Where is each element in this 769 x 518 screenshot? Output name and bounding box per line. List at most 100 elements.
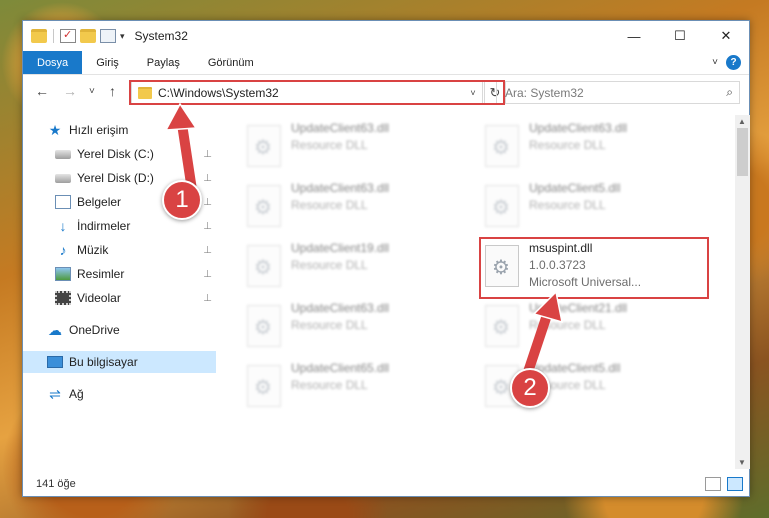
expand-ribbon-icon[interactable]: ˅: [712, 57, 718, 68]
sidebar-item-quick-access[interactable]: ★ Hızlı erişim: [23, 119, 216, 141]
window-title: System32: [134, 29, 188, 43]
address-dropdown-button[interactable]: ˅: [464, 88, 482, 98]
file-explorer-window: ▾ System32 — ☐ ✕ Dosya Giriş Paylaş Görü…: [22, 20, 750, 497]
dll-file-icon: ⚙: [485, 185, 519, 227]
file-tile[interactable]: ⚙ UpdateClient5.dll Resource DLL: [485, 179, 715, 235]
address-bar[interactable]: C:\Windows\System32 ˅: [131, 81, 483, 104]
file-name: UpdateClient19.dll: [291, 241, 390, 255]
file-tile[interactable]: ⚙ UpdateClient65.dll Resource DLL: [247, 359, 477, 415]
tab-home[interactable]: Giriş: [82, 51, 133, 74]
sidebar-item-label: İndirmeler: [77, 219, 131, 233]
sidebar-item-local-disk-c[interactable]: Yerel Disk (C:) ⊥: [23, 143, 216, 165]
minimize-button[interactable]: —: [611, 21, 657, 51]
videos-icon: [55, 291, 71, 305]
vertical-scrollbar[interactable]: ▲ ▼: [735, 115, 750, 469]
dll-file-icon: ⚙: [247, 185, 281, 227]
file-description: Resource DLL: [291, 198, 368, 212]
sidebar-item-label: Hızlı erişim: [69, 123, 129, 137]
sidebar-item-label: Ağ: [69, 387, 84, 401]
back-button[interactable]: ←: [35, 83, 49, 99]
file-tile-msuspint[interactable]: ⚙ msuspint.dll 1.0.0.3723 Microsoft Univ…: [479, 237, 715, 299]
cloud-icon: ☁: [48, 322, 62, 338]
file-name: UpdateClient63.dll: [291, 301, 390, 315]
music-icon: ♪: [59, 242, 67, 258]
new-folder-icon[interactable]: [80, 29, 96, 43]
file-tile[interactable]: ⚙ UpdateClient19.dll Resource DLL: [247, 239, 477, 295]
search-placeholder: Ara: System32: [505, 85, 584, 100]
downloads-icon: ↓: [59, 218, 67, 234]
recent-locations-button[interactable]: ˅: [89, 86, 95, 97]
dll-file-icon: ⚙: [247, 125, 281, 167]
file-tile[interactable]: ⚙ UpdateClient63.dll Resource DLL: [485, 119, 715, 175]
file-version: 1.0.0.3723: [529, 258, 586, 272]
quick-access-toolbar: ▾: [23, 28, 125, 43]
sidebar-item-label: OneDrive: [69, 323, 120, 337]
navigation-bar: ← → ˅ ↑ C:\Windows\System32 ˅ ↻ Ara: Sys…: [23, 79, 749, 107]
search-input[interactable]: Ara: System32 ⌕: [496, 81, 740, 104]
file-name: UpdateClient21.dll: [529, 301, 628, 315]
sidebar-item-onedrive[interactable]: ☁ OneDrive: [23, 319, 216, 341]
disk-icon: [55, 173, 71, 183]
pin-icon[interactable]: ⊥: [203, 149, 212, 160]
network-icon: ⇌: [49, 386, 61, 402]
sidebar-item-label: Yerel Disk (C:): [77, 147, 154, 161]
tab-view[interactable]: Görünüm: [194, 51, 268, 74]
up-button[interactable]: ↑: [109, 83, 116, 99]
sidebar-item-label: Resimler: [77, 267, 125, 281]
scroll-up-icon[interactable]: ▲: [738, 117, 746, 126]
scroll-down-icon[interactable]: ▼: [738, 458, 746, 467]
file-name: UpdateClient5.dll: [529, 181, 621, 195]
file-tile[interactable]: ⚙ UpdateClient63.dll Resource DLL: [247, 119, 477, 175]
pin-icon[interactable]: ⊥: [203, 173, 212, 184]
customize-toolbar-dropdown[interactable]: ▾: [120, 31, 125, 42]
view-switcher: [705, 477, 743, 491]
file-description: Microsoft Universal...: [529, 275, 642, 289]
dll-file-icon: ⚙: [485, 125, 519, 167]
view-properties-icon[interactable]: [100, 29, 116, 43]
pin-icon[interactable]: ⊥: [203, 269, 212, 280]
dll-file-icon: ⚙: [247, 305, 281, 347]
file-description: Resource DLL: [291, 318, 368, 332]
sidebar-item-label: Belgeler: [77, 195, 122, 209]
file-description: Resource DLL: [529, 198, 606, 212]
pin-icon[interactable]: ⊥: [203, 245, 212, 256]
sidebar-item-music[interactable]: ♪ Müzik ⊥: [23, 239, 216, 261]
ribbon-tabs: Dosya Giriş Paylaş Görünüm ˅ ?: [23, 51, 749, 75]
search-icon[interactable]: ⌕: [726, 85, 733, 100]
help-icon[interactable]: ?: [726, 55, 741, 70]
navigation-pane: ★ Hızlı erişim Yerel Disk (C:) ⊥ Yerel D…: [23, 115, 219, 469]
dll-file-icon: ⚙: [247, 365, 281, 407]
pin-icon[interactable]: ⊥: [203, 197, 212, 208]
pictures-icon: [55, 267, 71, 281]
sidebar-item-label: Müzik: [77, 243, 109, 257]
sidebar-item-network[interactable]: ⇌ Ağ: [23, 383, 216, 405]
details-view-icon[interactable]: [705, 477, 721, 491]
ribbon-help-area: ˅ ?: [712, 55, 741, 70]
sidebar-item-this-pc[interactable]: Bu bilgisayar: [23, 351, 216, 373]
maximize-button[interactable]: ☐: [657, 21, 703, 51]
file-tile[interactable]: ⚙ UpdateClient21.dll Resource DLL: [485, 299, 715, 355]
sidebar-item-pictures[interactable]: Resimler ⊥: [23, 263, 216, 285]
file-name: UpdateClient63.dll: [291, 121, 390, 135]
close-button[interactable]: ✕: [703, 21, 749, 51]
address-path[interactable]: C:\Windows\System32: [158, 86, 464, 100]
file-tile[interactable]: ⚙ UpdateClient63.dll Resource DLL: [247, 179, 477, 235]
pin-icon[interactable]: ⊥: [203, 221, 212, 232]
file-tile[interactable]: ⚙ UpdateClient63.dll Resource DLL: [247, 299, 477, 355]
properties-check-icon[interactable]: [60, 28, 76, 43]
forward-button[interactable]: →: [63, 83, 77, 99]
pin-icon[interactable]: ⊥: [203, 293, 212, 304]
sidebar-item-videos[interactable]: Videolar ⊥: [23, 287, 216, 309]
sidebar-item-label: Videolar: [77, 291, 121, 305]
file-list: ⚙ UpdateClient63.dll Resource DLL ⚙ Upda…: [219, 115, 733, 469]
scrollbar-thumb[interactable]: [737, 128, 748, 176]
folder-icon: [138, 86, 152, 99]
tiles-view-icon[interactable]: [727, 477, 743, 491]
tab-file[interactable]: Dosya: [23, 51, 83, 74]
file-description: Resource DLL: [291, 378, 368, 392]
computer-icon: [47, 356, 63, 368]
item-count: 141 öğe: [36, 478, 76, 490]
file-description: Resource DLL: [291, 258, 368, 272]
sidebar-item-label: Bu bilgisayar: [69, 355, 138, 369]
tab-share[interactable]: Paylaş: [133, 51, 194, 74]
